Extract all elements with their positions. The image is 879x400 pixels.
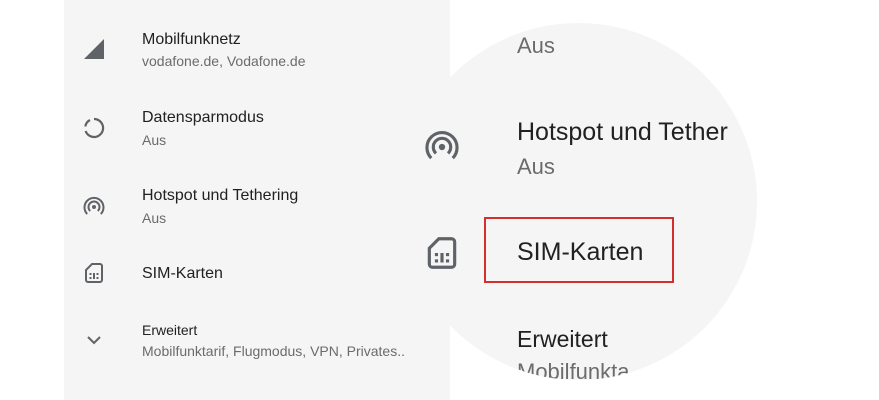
zoom-advanced-title: Erweitert <box>517 326 608 352</box>
sim-card-icon <box>427 237 457 269</box>
sim-card-icon <box>85 263 103 283</box>
settings-item-title: SIM-Karten <box>142 265 223 282</box>
settings-item-mobile-network[interactable]: Mobilfunknetz vodafone.de, Vodafone.de <box>64 28 450 76</box>
settings-item-title: Datensparmodus <box>142 109 264 126</box>
settings-item-advanced[interactable]: Erweitert Mobilfunktarif, Flugmodus, VPN… <box>64 320 450 364</box>
zoom-mobile-network-subtitle: Aus <box>517 33 555 58</box>
settings-item-subtitle: Aus <box>142 210 167 226</box>
settings-item-subtitle: Mobilfunktarif, Flugmodus, VPN, Privates… <box>142 343 405 359</box>
data-saver-icon <box>84 117 105 139</box>
settings-item-title: Hotspot und Tethering <box>142 187 299 204</box>
settings-item-data-saver[interactable]: Datensparmodus Aus <box>64 106 450 154</box>
chevron-down-icon <box>87 336 101 345</box>
settings-item-title: Erweitert <box>142 322 198 338</box>
settings-item-sim-cards[interactable]: SIM-Karten <box>64 260 450 290</box>
hotspot-icon <box>425 130 459 160</box>
settings-item-hotspot[interactable]: Hotspot und Tethering Aus <box>64 184 450 232</box>
zoom-hotspot-title: Hotspot und Tether <box>517 118 728 146</box>
settings-panel: Mobilfunknetz vodafone.de, Vodafone.de D… <box>64 0 450 400</box>
zoom-magnifier: Aus Hotspot und Tether Aus SIM-Karten Er… <box>400 23 757 380</box>
zoom-advanced-subtitle: Mobilfunkta <box>517 359 630 380</box>
hotspot-icon <box>83 196 105 215</box>
sim-cards-highlight-box <box>484 217 674 283</box>
settings-item-title: Mobilfunknetz <box>142 31 241 48</box>
zoom-hotspot-subtitle: Aus <box>517 154 555 179</box>
settings-item-subtitle: vodafone.de, Vodafone.de <box>142 53 306 69</box>
signal-icon <box>84 39 104 59</box>
settings-item-subtitle: Aus <box>142 132 167 148</box>
